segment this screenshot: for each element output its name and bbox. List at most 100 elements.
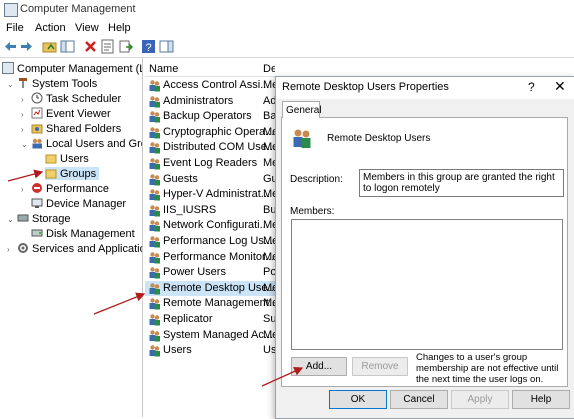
table-row[interactable]: Distributed COM Use...Me bbox=[145, 140, 275, 155]
expander-icon[interactable]: ⌄ bbox=[7, 80, 14, 89]
expander-icon[interactable]: › bbox=[21, 110, 24, 119]
menu-bar: File Action View Help bbox=[0, 20, 574, 37]
tree-item-shared-folders[interactable]: Shared Folders bbox=[31, 122, 121, 135]
row-name: Replicator bbox=[163, 313, 213, 325]
menu-action[interactable]: Action bbox=[35, 22, 66, 34]
row-description: Ba bbox=[263, 110, 275, 123]
tree-label-device-manager: Device Manager bbox=[46, 198, 127, 210]
table-row[interactable]: Replicator Su bbox=[145, 312, 275, 327]
tree-item-storage[interactable]: Storage bbox=[17, 212, 71, 225]
table-row[interactable]: Network Configurati...Me bbox=[145, 218, 275, 233]
ok-button[interactable]: OK bbox=[329, 390, 387, 409]
tree-item-task-scheduler[interactable]: Task Scheduler bbox=[31, 92, 121, 105]
table-row[interactable]: IIS_IUSRS Bu bbox=[145, 203, 275, 218]
tree-label-storage: Storage bbox=[32, 213, 71, 225]
table-row[interactable]: Hyper-V Administrat...Me bbox=[145, 187, 275, 202]
tree-item-system-tools[interactable]: System Tools bbox=[17, 77, 97, 90]
tree-item-disk-management[interactable]: Disk Management bbox=[31, 227, 135, 240]
console-tree-icon[interactable] bbox=[60, 39, 75, 54]
help-question-icon[interactable]: ? bbox=[528, 80, 535, 94]
row-description: Us bbox=[263, 344, 275, 357]
table-row[interactable]: Performance Log Us...Me bbox=[145, 234, 275, 249]
row-name: Event Log Readers bbox=[163, 157, 258, 169]
tree-item-performance[interactable]: Performance bbox=[31, 182, 109, 195]
event-viewer-icon bbox=[31, 107, 43, 119]
show-hide-action-pane-icon[interactable] bbox=[159, 39, 174, 54]
menu-help[interactable]: Help bbox=[108, 22, 131, 34]
row-name: Power Users bbox=[163, 266, 226, 279]
expander-icon[interactable]: › bbox=[21, 125, 24, 134]
table-row[interactable]: Event Log Readers Me bbox=[145, 156, 275, 171]
row-name: Administrators bbox=[163, 94, 234, 107]
add-button[interactable]: Add... bbox=[291, 357, 347, 376]
row-name: Remote Management... bbox=[163, 297, 275, 310]
tree-item-users[interactable]: Users bbox=[45, 152, 89, 165]
tree-label-task-scheduler: Task Scheduler bbox=[46, 93, 122, 105]
delete-icon[interactable] bbox=[83, 39, 98, 54]
tree-label-local-users: Local Users and Group bbox=[46, 138, 142, 150]
tree-item-device-manager[interactable]: Device Manager bbox=[31, 197, 126, 210]
group-icon bbox=[148, 173, 161, 186]
tree-item-computer-management[interactable]: Computer Management (Loca bbox=[2, 62, 142, 75]
group-icon bbox=[148, 188, 161, 201]
table-row[interactable]: Backup Operators Ba bbox=[145, 109, 275, 124]
row-description: Me bbox=[263, 157, 275, 169]
svg-text:?: ? bbox=[146, 42, 152, 54]
table-row[interactable]: Performance Monitor...Me bbox=[145, 250, 275, 265]
export-list-icon[interactable] bbox=[118, 39, 133, 54]
up-folder-icon[interactable] bbox=[42, 39, 57, 54]
back-arrow-icon[interactable] bbox=[3, 39, 18, 54]
table-row[interactable]: Remote Management...Me bbox=[145, 296, 275, 311]
table-row[interactable]: Users Us bbox=[145, 343, 275, 358]
help-icon[interactable]: ? bbox=[141, 39, 156, 54]
group-icon bbox=[293, 129, 311, 148]
members-list[interactable] bbox=[291, 219, 563, 350]
clock-icon bbox=[31, 92, 43, 104]
tab-general[interactable]: General bbox=[282, 101, 322, 118]
services-icon bbox=[17, 242, 29, 254]
row-description: Me bbox=[263, 297, 275, 310]
expander-icon[interactable]: › bbox=[7, 245, 10, 254]
remove-button[interactable]: Remove bbox=[352, 357, 408, 376]
row-name: Network Configurati... bbox=[163, 219, 269, 232]
cancel-button[interactable]: Cancel bbox=[390, 390, 448, 409]
tree-item-local-users-groups[interactable]: Local Users and Group bbox=[31, 137, 142, 150]
no-entry-icon bbox=[31, 182, 43, 194]
title-bar: Computer Management bbox=[0, 0, 574, 19]
group-icon bbox=[148, 157, 161, 170]
properties-dialog: Remote Desktop Users Properties ? ✕ Gene… bbox=[275, 76, 574, 419]
table-row[interactable]: Guests Gu bbox=[145, 172, 275, 187]
row-description: Me bbox=[263, 141, 275, 154]
row-name: Guests bbox=[163, 172, 198, 185]
menu-view[interactable]: View bbox=[75, 22, 99, 34]
apply-button[interactable]: Apply bbox=[451, 390, 509, 409]
forward-arrow-icon[interactable] bbox=[19, 39, 34, 54]
table-row[interactable]: Administrators Ad bbox=[145, 94, 275, 109]
members-label: Members: bbox=[290, 206, 335, 217]
expander-icon[interactable]: ⌄ bbox=[21, 140, 28, 149]
shared-folder-icon bbox=[31, 122, 43, 134]
help-button[interactable]: Help bbox=[512, 390, 570, 409]
table-row[interactable]: Cryptographic Opera...Me bbox=[145, 125, 275, 140]
expander-icon[interactable]: › bbox=[21, 95, 24, 104]
list-header: Name Description bbox=[145, 58, 275, 77]
description-field[interactable]: Members in this group are granted the ri… bbox=[359, 169, 564, 197]
group-icon bbox=[148, 344, 161, 357]
group-icon bbox=[148, 79, 161, 92]
column-header-name[interactable]: Name bbox=[149, 63, 178, 75]
tree-item-services-apps[interactable]: Services and Applications bbox=[17, 242, 142, 255]
expander-icon[interactable]: › bbox=[21, 185, 24, 194]
tree-item-groups[interactable]: Groups bbox=[45, 167, 100, 180]
table-row[interactable]: System Managed Ac...Me bbox=[145, 328, 275, 343]
table-row[interactable]: Remote Desktop Use...Me bbox=[145, 280, 275, 296]
column-header-description[interactable]: Description bbox=[263, 63, 275, 75]
row-name: Cryptographic Opera... bbox=[163, 125, 275, 138]
table-row[interactable]: Power Users Po bbox=[145, 265, 275, 280]
close-icon[interactable]: ✕ bbox=[554, 78, 566, 95]
expander-icon[interactable]: ⌄ bbox=[7, 215, 14, 224]
properties-icon[interactable] bbox=[100, 39, 115, 54]
table-row[interactable]: Access Control Assi...Me bbox=[145, 78, 275, 93]
row-name: Performance Log Us... bbox=[163, 235, 274, 247]
tree-item-event-viewer[interactable]: Event Viewer bbox=[31, 107, 111, 120]
menu-file[interactable]: File bbox=[6, 22, 24, 34]
